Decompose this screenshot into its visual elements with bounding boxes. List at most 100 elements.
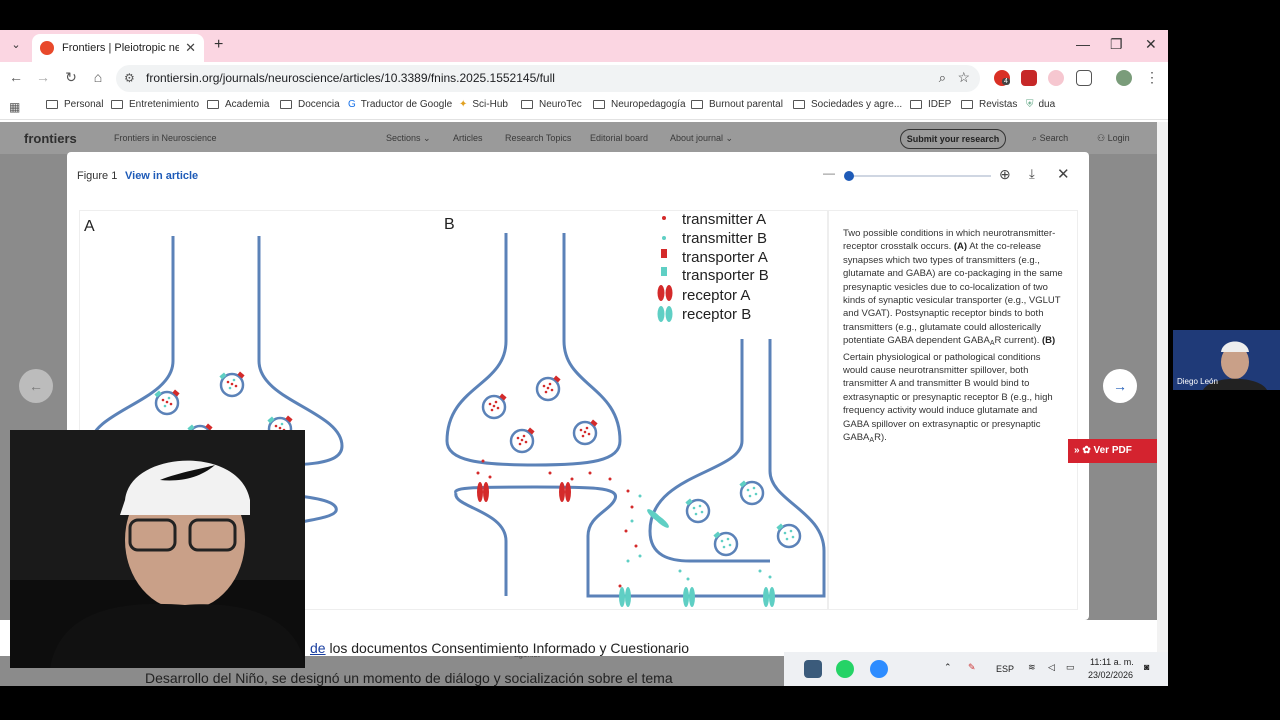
bookmark-scihub[interactable]: ✦ Sci-Hub xyxy=(459,99,508,110)
zoom-slider-handle[interactable] xyxy=(844,171,854,181)
scihub-icon: ✦ xyxy=(459,99,468,110)
shield-icon: ⛨ xyxy=(1026,99,1034,110)
zoom-out-icon[interactable]: — xyxy=(823,166,835,180)
modal-close-icon[interactable]: ✕ xyxy=(1057,165,1070,183)
submit-research-button[interactable]: Submit your research xyxy=(900,129,1006,149)
restore-icon[interactable]: ❐ xyxy=(1110,36,1123,53)
clock-time[interactable]: 11:11 a. m. xyxy=(1090,657,1134,667)
journal-name[interactable]: Frontiers in Neuroscience xyxy=(114,133,217,143)
back-icon[interactable]: ← xyxy=(7,69,25,85)
folder-icon xyxy=(691,100,703,109)
profile-avatar[interactable] xyxy=(1116,70,1132,86)
legend-transporter-a: transporter A xyxy=(682,249,768,266)
wifi-icon[interactable]: ≋ xyxy=(1028,662,1036,673)
bookmark-revistas[interactable]: Revistas xyxy=(961,99,1017,110)
zoom-in-icon[interactable]: ⊕ xyxy=(999,166,1011,183)
bookmark-academia[interactable]: Academia xyxy=(207,99,269,110)
search-link[interactable]: ⌕ Search xyxy=(1032,133,1068,144)
address-bar[interactable]: ⚙ frontiersin.org/journals/neuroscience/… xyxy=(116,65,980,92)
bookmark-entretenimiento[interactable]: Entretenimiento xyxy=(111,99,199,110)
nav-sections[interactable]: Sections ⌄ xyxy=(386,133,431,144)
nav-research-topics[interactable]: Research Topics xyxy=(505,133,571,143)
clock-date[interactable]: 23/02/2026 xyxy=(1088,670,1133,680)
window-close-icon[interactable]: ✕ xyxy=(1145,36,1157,53)
next-figure-button[interactable]: → xyxy=(1103,369,1137,403)
zoom-app-icon[interactable] xyxy=(870,660,888,678)
panel-b-label: B xyxy=(444,216,455,233)
bookmarks-bar: ▦ Personal Entretenimiento Academia Doce… xyxy=(0,94,1168,120)
presenter-video-frame xyxy=(10,430,305,668)
diagram-legend: transmitter A transmitter B transporter … xyxy=(657,211,769,323)
webcam-participant-video: Diego León xyxy=(1173,330,1280,390)
folder-icon xyxy=(46,100,58,109)
chevron-up-icon[interactable]: ⌃ xyxy=(944,662,952,673)
mendeley-extension-icon[interactable] xyxy=(1021,70,1037,86)
login-link[interactable]: ⚇ Login xyxy=(1097,133,1130,144)
ver-pdf-button[interactable]: » ✿ Ver PDF xyxy=(1068,439,1157,463)
bookmark-sociedades[interactable]: Sociedades y agre... xyxy=(793,99,902,110)
apps-grid-icon[interactable]: ▦ xyxy=(9,100,20,114)
computer-icon[interactable] xyxy=(804,660,822,678)
frontiers-favicon-icon xyxy=(40,41,54,55)
panel-a-label: A xyxy=(84,218,95,235)
nav-editorial-board[interactable]: Editorial board xyxy=(590,133,648,143)
previous-figure-button[interactable]: ← xyxy=(19,369,53,403)
bookmark-personal[interactable]: Personal xyxy=(46,99,103,110)
bookmark-docencia[interactable]: Docencia xyxy=(280,99,340,110)
url-text: frontiersin.org/journals/neuroscience/ar… xyxy=(146,71,555,85)
zoom-icon[interactable]: ⌕ xyxy=(939,70,946,86)
extensions-puzzle-icon[interactable] xyxy=(1076,70,1092,86)
arrow-left-icon: ← xyxy=(29,378,43,394)
tab-search-icon[interactable]: ⌄ xyxy=(6,38,26,56)
new-tab-icon[interactable]: + xyxy=(214,36,223,54)
battery-icon[interactable]: ▭ xyxy=(1066,662,1075,673)
view-in-article-link[interactable]: View in article xyxy=(125,170,198,182)
spillover-transmitter-a xyxy=(476,459,638,588)
frontiers-logo[interactable]: frontiers xyxy=(24,131,77,146)
folder-icon xyxy=(280,100,292,109)
legend-transmitter-a: transmitter A xyxy=(682,211,766,228)
document-line-1: de los documentos Consentimiento Informa… xyxy=(310,640,689,656)
nav-about-journal[interactable]: About journal ⌄ xyxy=(670,133,733,144)
menu-dots-icon[interactable]: ⋮ xyxy=(1143,69,1161,86)
document-line-2: Desarrollo del Niño, se designó un momen… xyxy=(145,670,673,686)
folder-icon xyxy=(521,100,533,109)
download-icon[interactable]: ⤓ xyxy=(1029,166,1035,182)
bookmark-burnout[interactable]: Burnout parental xyxy=(691,99,783,110)
zoom-slider[interactable] xyxy=(847,175,991,177)
minimize-icon[interactable]: — xyxy=(1076,36,1090,52)
site-header: frontiers Frontiers in Neuroscience Sect… xyxy=(0,122,1157,154)
folder-icon xyxy=(593,100,605,109)
bookmark-idep[interactable]: IDEP xyxy=(910,99,951,110)
site-info-icon[interactable]: ⚙ xyxy=(124,71,135,85)
folder-icon xyxy=(961,100,973,109)
notification-icon[interactable]: ◙ xyxy=(1144,662,1149,672)
home-icon[interactable]: ⌂ xyxy=(89,69,107,85)
reload-icon[interactable]: ↻ xyxy=(62,69,80,86)
language-indicator[interactable]: ESP xyxy=(996,664,1014,674)
bookmark-dua[interactable]: ⛨ dua xyxy=(1026,99,1055,110)
record-extension-icon[interactable] xyxy=(1048,70,1064,86)
tab-title: Frontiers | Pleiotropic neurotran xyxy=(62,42,180,54)
legend-receptor-a: receptor A xyxy=(682,287,750,304)
pen-icon[interactable]: ✎ xyxy=(968,662,976,673)
folder-icon xyxy=(793,100,805,109)
forward-icon[interactable]: → xyxy=(34,69,52,85)
tab-close-icon[interactable]: ✕ xyxy=(185,40,196,56)
bookmark-star-icon[interactable]: ☆ xyxy=(957,69,970,86)
tab-strip: ⌄ Frontiers | Pleiotropic neurotran ✕ + … xyxy=(0,30,1168,62)
arrow-right-icon: → xyxy=(1113,378,1127,394)
bookmark-neurotec[interactable]: NeuroTec xyxy=(521,99,582,110)
volume-icon[interactable]: ◁ xyxy=(1048,662,1055,673)
browser-toolbar: ← → ↻ ⌂ ⚙ frontiersin.org/journals/neuro… xyxy=(0,62,1168,94)
folder-icon xyxy=(207,100,219,109)
whatsapp-icon[interactable] xyxy=(836,660,854,678)
bookmark-neuropedagogia[interactable]: Neuropedagogía xyxy=(593,99,686,110)
nav-articles[interactable]: Articles xyxy=(453,133,483,143)
page-scrollbar[interactable]: ▼ xyxy=(1157,122,1168,686)
legend-transporter-b: transporter B xyxy=(682,267,769,284)
tab-active[interactable]: Frontiers | Pleiotropic neurotran ✕ xyxy=(32,34,204,62)
mendeley-icon: » ✿ xyxy=(1074,445,1094,456)
legend-transmitter-b: transmitter B xyxy=(682,230,767,247)
bookmark-traductor[interactable]: G Traductor de Google xyxy=(348,99,452,110)
